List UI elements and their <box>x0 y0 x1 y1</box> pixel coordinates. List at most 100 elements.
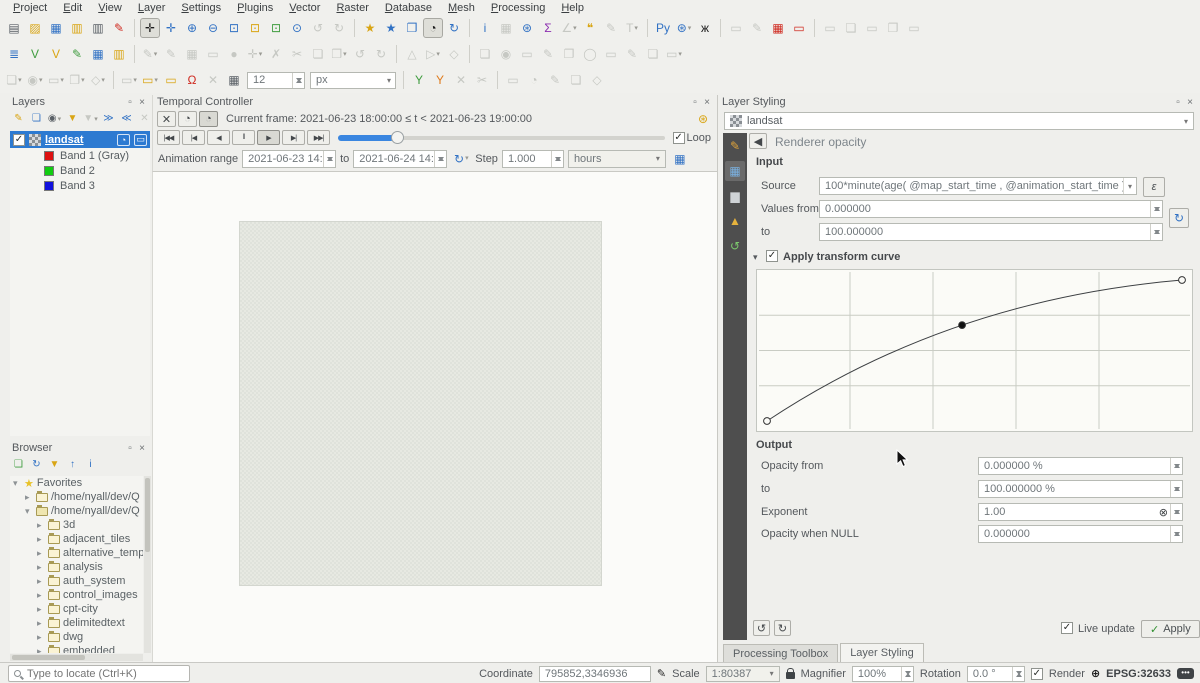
magnifier-input[interactable]: 100% <box>852 666 914 682</box>
expander-icon[interactable]: ▸ <box>37 576 45 587</box>
apply-transform-curve-checkbox[interactable]: ✓ <box>766 250 778 262</box>
new-project-button[interactable]: ▤ <box>4 18 24 38</box>
expander-icon[interactable]: ▸ <box>37 646 45 654</box>
locate-search[interactable] <box>8 665 190 682</box>
opacity-to-input[interactable]: 100.000000 % <box>978 480 1183 498</box>
menu-vector[interactable]: Vector <box>282 2 327 14</box>
map-canvas[interactable] <box>152 171 717 662</box>
toggle-editing-button[interactable]: ✎ <box>161 44 181 64</box>
tree-item-auth-system[interactable]: ▸auth_system <box>10 574 143 588</box>
tool-g-button[interactable]: ▭ <box>904 18 924 38</box>
tool-a-button[interactable]: ▭ <box>726 18 746 38</box>
open-attribute-table-button[interactable]: ▦ <box>496 18 516 38</box>
edit-tool-f-button[interactable]: ◯ <box>580 44 600 64</box>
vertex-tool-button[interactable]: Y <box>409 70 429 90</box>
tree-item-delimitedtext[interactable]: ▸delimitedtext <box>10 616 143 630</box>
vertex-tool-a-button[interactable]: △ <box>402 44 422 64</box>
float-panel-icon[interactable]: ▫ <box>689 97 701 108</box>
collapse-icon[interactable]: ▾ <box>753 252 758 263</box>
new-shapefile-layer-button[interactable]: V <box>46 44 66 64</box>
add-mesh-layer-button[interactable]: ▦ <box>88 44 108 64</box>
curve-point[interactable] <box>764 418 771 425</box>
menu-processing[interactable]: Processing <box>484 2 552 14</box>
highlight-pinned-labels-button[interactable]: ▭ <box>140 70 160 90</box>
undo-style-button[interactable]: ↺ <box>753 620 770 636</box>
debug-button[interactable]: ж <box>695 18 715 38</box>
move-feature-button[interactable]: ✛ <box>245 44 265 64</box>
refresh-map-button[interactable]: ↻ <box>444 18 464 38</box>
data-source-manager-button[interactable]: ≣ <box>4 44 24 64</box>
add-feature-button[interactable]: ● <box>224 44 244 64</box>
browser-vertical-scrollbar[interactable] <box>144 476 151 653</box>
show-layout-manager-button[interactable]: ▥ <box>88 18 108 38</box>
tree-item-embedded[interactable]: ▸embedded_ <box>10 644 143 653</box>
label-tool-a-button[interactable]: ▭ <box>119 70 139 90</box>
range-to-input[interactable]: 2021-06-24 14:00:00 <box>353 150 447 168</box>
play-forward-button[interactable]: ▶ <box>257 130 280 145</box>
expander-icon[interactable]: ▸ <box>37 618 45 629</box>
expander-icon[interactable]: ▸ <box>37 632 45 643</box>
close-panel-icon[interactable]: × <box>701 97 713 108</box>
zoom-next-button[interactable]: ↻ <box>329 18 349 38</box>
statistics-button[interactable]: Σ <box>538 18 558 38</box>
snapping-button[interactable]: Ω <box>182 70 202 90</box>
transform-curve-plot[interactable] <box>756 269 1193 432</box>
redo-button[interactable]: ↻ <box>371 44 391 64</box>
tree-item-home-nyall-dev-q[interactable]: ▾/home/nyall/dev/Q <box>10 504 143 518</box>
label-combo-b-button[interactable]: ◉ <box>25 70 45 90</box>
edit-tool-i-button[interactable]: ❏ <box>643 44 663 64</box>
curve-point[interactable] <box>1179 277 1186 284</box>
edit-tool-d-button[interactable]: ✎ <box>538 44 558 64</box>
options-button[interactable]: ⊛ <box>517 18 537 38</box>
menu-settings[interactable]: Settings <box>174 2 228 14</box>
add-group-button[interactable]: ❏ <box>28 111 45 128</box>
row3-tool-g-button[interactable]: ◇ <box>587 70 607 90</box>
step-input[interactable]: 1.000 <box>502 150 564 168</box>
mesh-options-button[interactable]: ▭ <box>789 18 809 38</box>
messages-icon[interactable]: ••• <box>1177 668 1194 679</box>
close-panel-icon[interactable]: × <box>136 97 148 108</box>
tree-item-adjacent-tiles[interactable]: ▸adjacent_tiles <box>10 532 143 546</box>
source-expression-input[interactable]: 100*minute(age( @map_start_time , @anima… <box>819 177 1137 195</box>
menu-project[interactable]: Project <box>6 2 54 14</box>
menu-mesh[interactable]: Mesh <box>441 2 482 14</box>
crs-indicator[interactable]: EPSG:32633 <box>1106 668 1171 680</box>
expander-icon[interactable]: ▾ <box>13 478 21 489</box>
new-bookmark-button[interactable]: ★ <box>360 18 380 38</box>
menu-view[interactable]: View <box>91 2 129 14</box>
spinner-buttons[interactable] <box>1170 458 1182 474</box>
spinner-buttons[interactable] <box>1170 526 1182 542</box>
filter-by-expression-button[interactable]: ▼ <box>82 111 99 128</box>
exponent-input[interactable]: 1.00 ⊗ <box>978 503 1183 521</box>
skip-to-start-button[interactable]: |◀◀ <box>157 130 180 145</box>
edit-tool-j-button[interactable]: ▭ <box>664 44 684 64</box>
symbology-tab[interactable]: ✎ <box>725 136 745 156</box>
menu-plugins[interactable]: Plugins <box>230 2 280 14</box>
temporal-off-button[interactable]: ✕ <box>157 111 176 127</box>
tool-f-button[interactable]: ❐ <box>883 18 903 38</box>
tracing-offset-units-select[interactable]: px <box>310 72 396 89</box>
paste-features-button[interactable]: ❐ <box>329 44 349 64</box>
expander-icon[interactable]: ▸ <box>37 590 45 601</box>
tree-item-dwg[interactable]: ▸dwg <box>10 630 143 644</box>
row3-tool-e-button[interactable]: ✎ <box>545 70 565 90</box>
vertex-tool-c-button[interactable]: ◇ <box>444 44 464 64</box>
collapse-all-browser-button[interactable]: ↑ <box>64 457 81 474</box>
python-console-button[interactable]: Py <box>653 18 673 38</box>
range-from-input[interactable]: 2021-06-23 14:00:00 <box>242 150 336 168</box>
open-project-button[interactable]: ▨ <box>25 18 45 38</box>
float-panel-icon[interactable]: ▫ <box>1172 97 1184 108</box>
current-edits-button[interactable]: ✎ <box>140 44 160 64</box>
zoom-to-layer-button[interactable]: ⊡ <box>266 18 286 38</box>
temporal-settings-button[interactable]: ⊛ <box>693 109 713 129</box>
spinner-buttons[interactable] <box>1150 224 1162 240</box>
menu-database[interactable]: Database <box>378 2 439 14</box>
edit-tool-e-button[interactable]: ❐ <box>559 44 579 64</box>
animated-mode-button[interactable]: ◔ <box>199 111 218 127</box>
add-virtual-layer-button[interactable]: ▥ <box>109 44 129 64</box>
scale-select[interactable]: 1:80387 <box>706 666 780 682</box>
close-panel-icon[interactable]: × <box>136 443 148 454</box>
label-combo-c-button[interactable]: ▭ <box>46 70 66 90</box>
spinner-buttons[interactable] <box>1012 667 1024 681</box>
band-row-1[interactable]: Band 1 (Gray) <box>10 148 150 163</box>
